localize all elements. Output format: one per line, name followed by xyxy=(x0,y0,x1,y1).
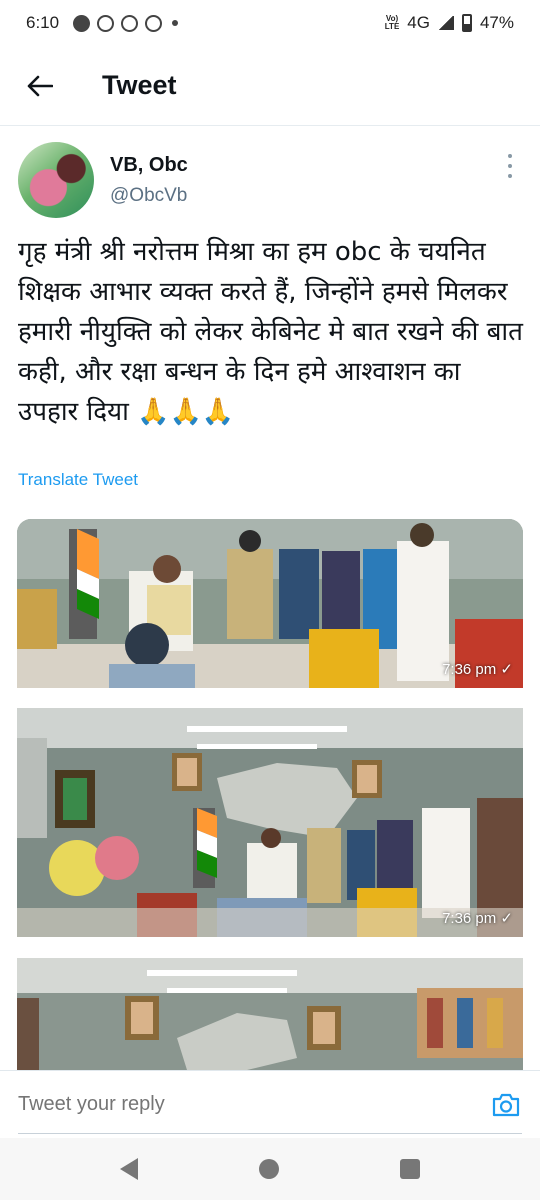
notification-dot-icon xyxy=(172,20,179,26)
tweet-photo-2[interactable]: 7:36 pm ✓ xyxy=(17,708,523,937)
photo-timestamp: 7:36 pm ✓ xyxy=(442,910,513,927)
battery-icon xyxy=(461,14,472,32)
reply-input[interactable] xyxy=(18,1093,490,1116)
author-handle[interactable]: @ObcVb xyxy=(110,185,188,207)
more-dot-icon xyxy=(508,164,512,168)
top-app-bar: Tweet xyxy=(0,46,540,126)
nav-home-icon[interactable] xyxy=(258,1159,279,1179)
volte-icon: Vo) LTE xyxy=(384,14,400,31)
status-bar: 6:10 Vo) LTE 4G 47% xyxy=(0,0,540,46)
system-nav-bar xyxy=(0,1138,540,1200)
tweet-photo-1[interactable]: 7:36 pm ✓ xyxy=(17,519,523,688)
play-icon xyxy=(121,14,139,32)
photo-timestamp: 7:36 pm ✓ xyxy=(442,661,513,678)
photo-3-image xyxy=(17,958,523,1070)
network-label: 4G xyxy=(407,13,430,32)
camera-icon xyxy=(492,1093,520,1116)
reply-divider xyxy=(18,1133,522,1134)
more-dot-icon xyxy=(508,174,512,178)
more-dot-icon xyxy=(508,154,512,158)
tweet-photo-3[interactable] xyxy=(17,958,523,1070)
tweet-author: VB, Obc @ObcVb xyxy=(18,142,522,218)
nav-recents-icon[interactable] xyxy=(399,1159,420,1179)
author-info: VB, Obc @ObcVb xyxy=(110,154,188,207)
chat-bubble-icon xyxy=(73,14,91,32)
page-title: Tweet xyxy=(102,70,177,100)
signal-icon xyxy=(437,16,454,30)
photo-2-image xyxy=(17,708,523,937)
camera-button[interactable] xyxy=(490,1089,522,1121)
reply-bar xyxy=(0,1070,540,1138)
avatar[interactable] xyxy=(18,142,94,218)
back-button[interactable] xyxy=(0,46,80,126)
whatsapp-icon xyxy=(97,14,115,32)
author-name[interactable]: VB, Obc xyxy=(110,154,188,177)
status-time: 6:10 xyxy=(26,13,60,32)
more-options-button[interactable] xyxy=(504,154,516,178)
arrow-left-icon xyxy=(27,75,53,96)
tweet-text: गृह मंत्री श्री नरोत्तम मिश्रा का हम obc… xyxy=(18,237,523,427)
play-icon xyxy=(145,14,163,32)
translate-tweet-link[interactable]: Translate Tweet xyxy=(18,470,138,490)
nav-back-icon[interactable] xyxy=(120,1158,139,1180)
battery-percent: 47% xyxy=(479,13,514,32)
